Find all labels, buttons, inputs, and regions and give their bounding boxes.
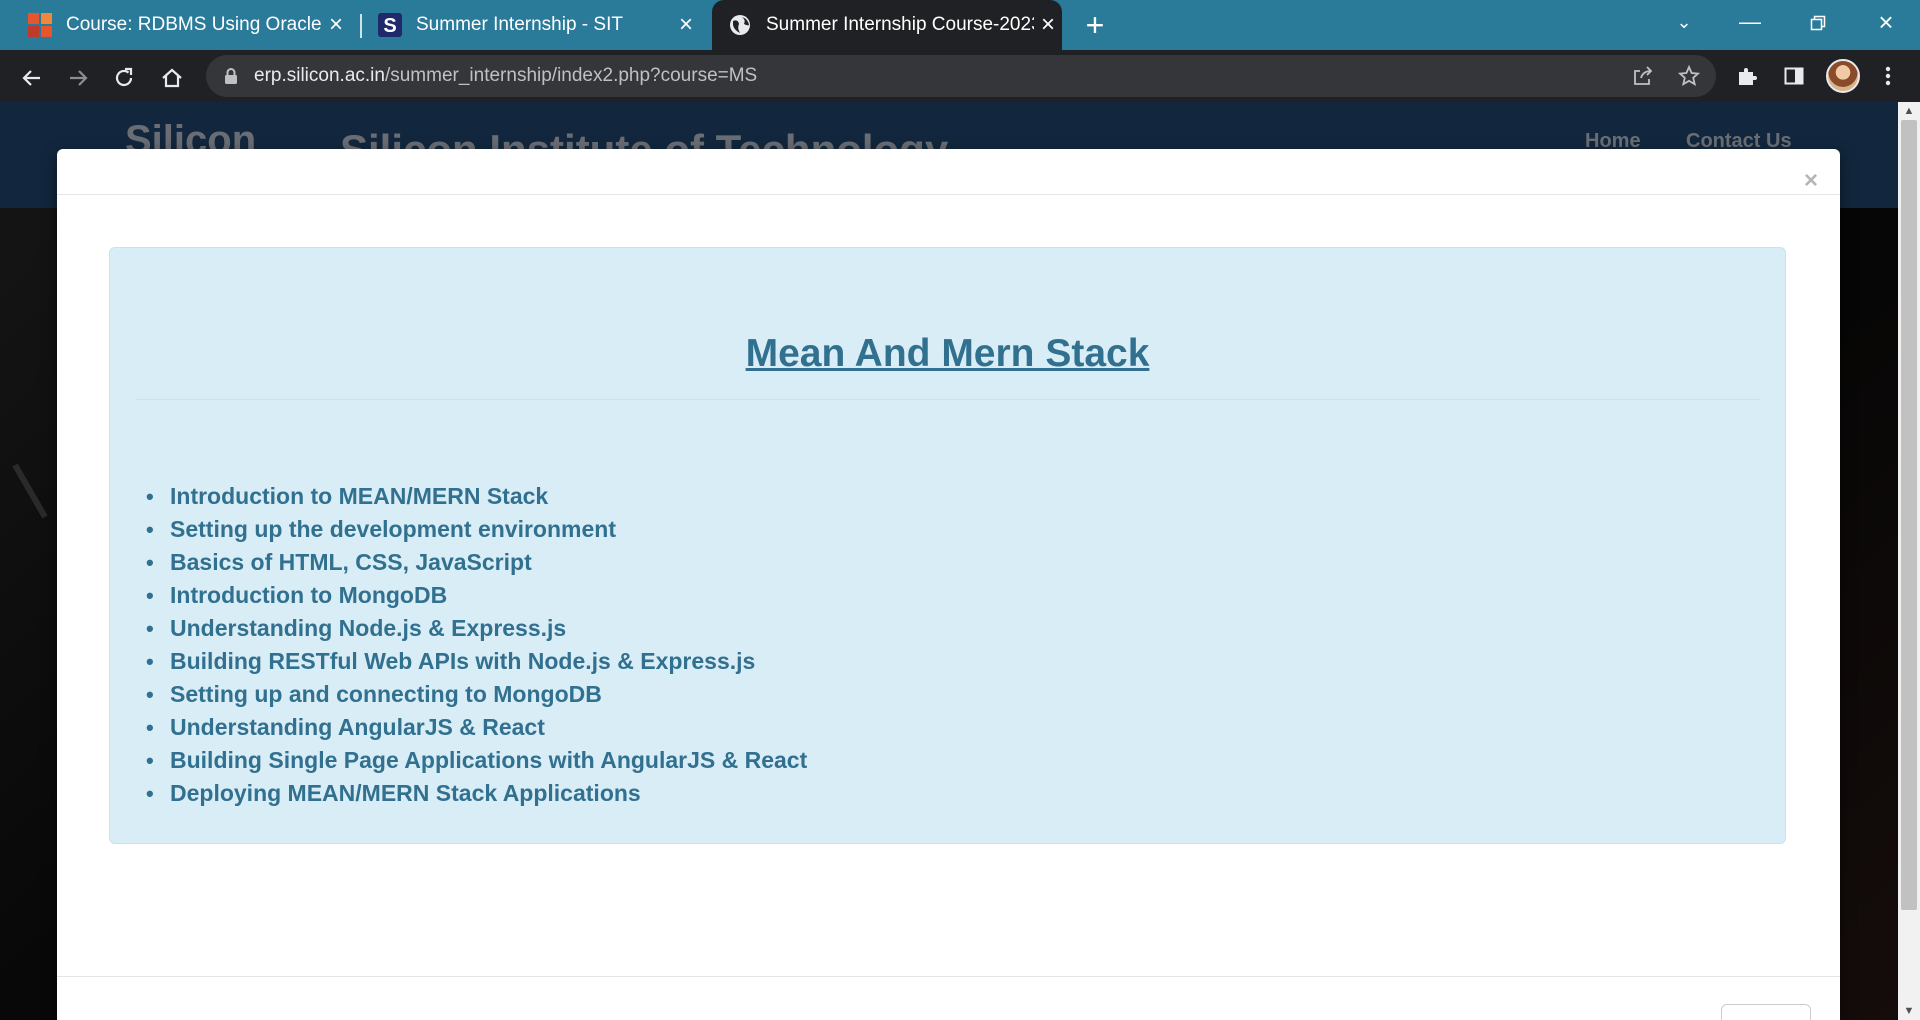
extensions-icon[interactable] bbox=[1731, 60, 1763, 92]
close-icon[interactable]: × bbox=[322, 11, 350, 39]
close-icon[interactable]: × bbox=[672, 11, 700, 39]
tab-rdbms-course[interactable]: Course: RDBMS Using Oracle × bbox=[28, 0, 350, 50]
svg-text:S: S bbox=[383, 15, 396, 37]
restore-icon[interactable] bbox=[1790, 0, 1846, 44]
browser-toolbar: erp.silicon.ac.in/summer_internship/inde… bbox=[0, 50, 1920, 102]
reload-icon[interactable] bbox=[106, 58, 142, 94]
tab-title: Course: RDBMS Using Oracle bbox=[66, 14, 322, 35]
tab-separator bbox=[360, 14, 362, 38]
moodle-favicon bbox=[28, 13, 52, 37]
minimize-icon[interactable]: — bbox=[1722, 0, 1778, 44]
modal-close-button[interactable]: × bbox=[1804, 169, 1818, 193]
list-item: Understanding Node.js & Express.js bbox=[146, 612, 807, 645]
course-modal: × Mean And Mern Stack Introduction to ME… bbox=[57, 149, 1840, 1020]
forward-icon[interactable] bbox=[60, 58, 96, 94]
list-item: Basics of HTML, CSS, JavaScript bbox=[146, 546, 807, 579]
page-viewport: Silicon Silicon Institute of Technology … bbox=[0, 102, 1898, 1020]
menu-kebab-icon[interactable] bbox=[1872, 60, 1904, 92]
tab-title: Summer Internship Course-2023 bbox=[766, 14, 1034, 35]
modal-footer-divider bbox=[57, 976, 1840, 977]
bookmark-star-icon[interactable] bbox=[1674, 61, 1704, 91]
tab-search-icon[interactable]: ⌄ bbox=[1656, 0, 1712, 44]
tab-summer-internship-course[interactable]: Summer Internship Course-2023 × bbox=[712, 0, 1062, 50]
list-item: Building Single Page Applications with A… bbox=[146, 744, 807, 777]
url-text[interactable]: erp.silicon.ac.in/summer_internship/inde… bbox=[254, 55, 757, 97]
modal-header: × bbox=[57, 149, 1840, 195]
s-letter-favicon: S bbox=[378, 13, 402, 37]
scroll-down-arrow-icon[interactable]: ▼ bbox=[1898, 1002, 1920, 1020]
tab-strip: Course: RDBMS Using Oracle × S Summer In… bbox=[0, 0, 1920, 50]
back-icon[interactable] bbox=[14, 58, 50, 94]
close-icon[interactable]: × bbox=[1034, 11, 1062, 39]
share-icon[interactable] bbox=[1628, 61, 1658, 91]
scrollbar-thumb[interactable] bbox=[1901, 120, 1917, 910]
side-panel-icon[interactable] bbox=[1778, 60, 1810, 92]
scroll-up-arrow-icon[interactable]: ▲ bbox=[1898, 102, 1920, 120]
divider bbox=[136, 399, 1761, 400]
vertical-scrollbar[interactable]: ▲ ▼ bbox=[1898, 102, 1920, 1020]
new-tab-button[interactable]: + bbox=[1078, 8, 1112, 42]
address-bar[interactable]: erp.silicon.ac.in/summer_internship/inde… bbox=[206, 55, 1716, 97]
tab-summer-internship-sit[interactable]: S Summer Internship - SIT × bbox=[378, 0, 700, 50]
list-item: Introduction to MongoDB bbox=[146, 579, 807, 612]
modal-footer-button[interactable] bbox=[1721, 1004, 1811, 1020]
home-icon[interactable] bbox=[154, 58, 190, 94]
list-item: Setting up the development environment bbox=[146, 513, 807, 546]
lock-icon[interactable] bbox=[224, 68, 238, 89]
globe-favicon bbox=[728, 13, 752, 37]
list-item: Building RESTful Web APIs with Node.js &… bbox=[146, 645, 807, 678]
topic-list: Introduction to MEAN/MERN Stack Setting … bbox=[146, 480, 807, 810]
list-item: Setting up and connecting to MongoDB bbox=[146, 678, 807, 711]
list-item: Deploying MEAN/MERN Stack Applications bbox=[146, 777, 807, 810]
list-item: Introduction to MEAN/MERN Stack bbox=[146, 480, 807, 513]
list-item: Understanding AngularJS & React bbox=[146, 711, 807, 744]
window-close-icon[interactable]: × bbox=[1858, 0, 1914, 44]
course-title: Mean And Mern Stack bbox=[745, 332, 1150, 375]
course-info-box: Mean And Mern Stack Introduction to MEAN… bbox=[109, 247, 1786, 844]
tab-title: Summer Internship - SIT bbox=[416, 14, 623, 35]
profile-avatar[interactable] bbox=[1826, 59, 1860, 93]
